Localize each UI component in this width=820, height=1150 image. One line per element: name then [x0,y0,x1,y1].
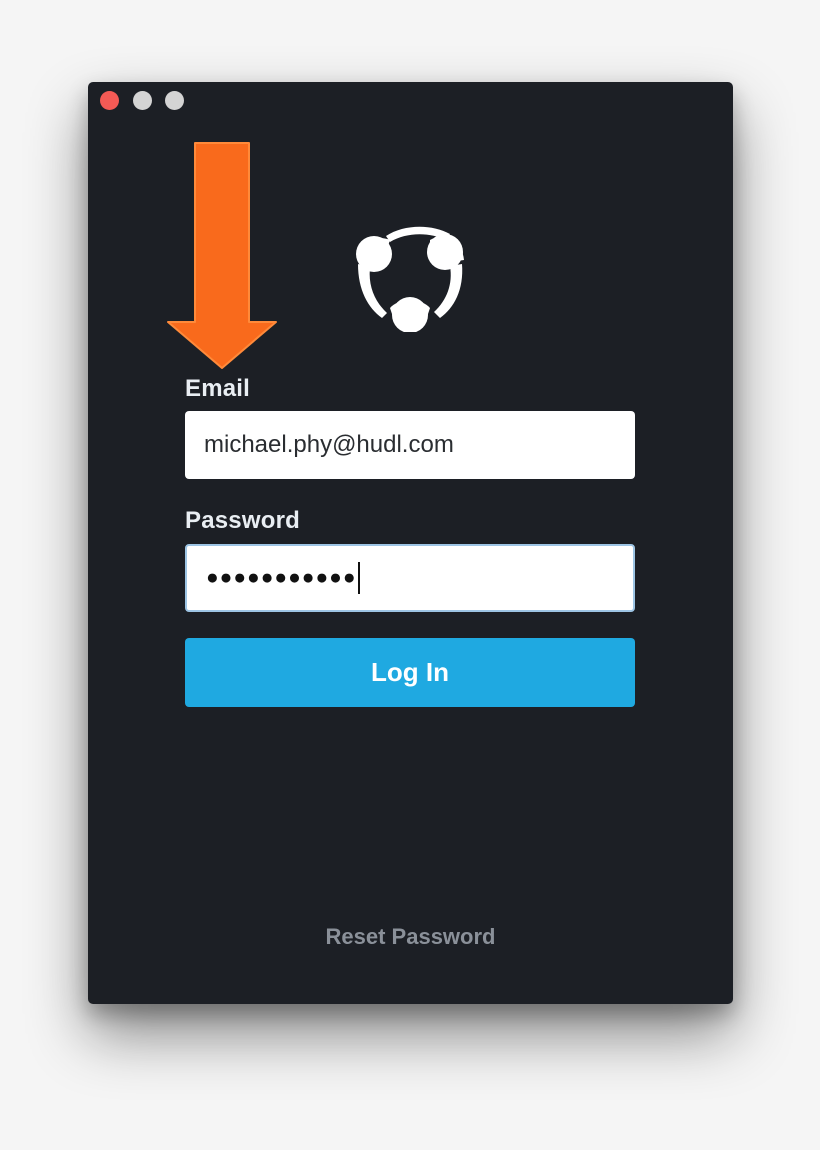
window-maximize-button[interactable] [165,91,184,110]
reset-password-link[interactable]: Reset Password [88,924,733,950]
arrow-down-icon [167,142,277,369]
email-field[interactable]: michael.phy@hudl.com [185,411,635,479]
password-mask: ●●●●●●●●●●● [206,566,357,589]
window-minimize-button[interactable] [133,91,152,110]
hudl-logo-icon [356,226,464,332]
password-label: Password [185,507,300,534]
text-caret [357,562,360,594]
login-button[interactable]: Log In [185,638,635,707]
login-window: Email michael.phy@hudl.com Password ●●●●… [88,82,733,1004]
email-label: Email [185,375,251,402]
password-field[interactable]: ●●●●●●●●●●● [185,544,635,612]
email-value: michael.phy@hudl.com [204,431,454,458]
window-close-button[interactable] [100,91,119,110]
